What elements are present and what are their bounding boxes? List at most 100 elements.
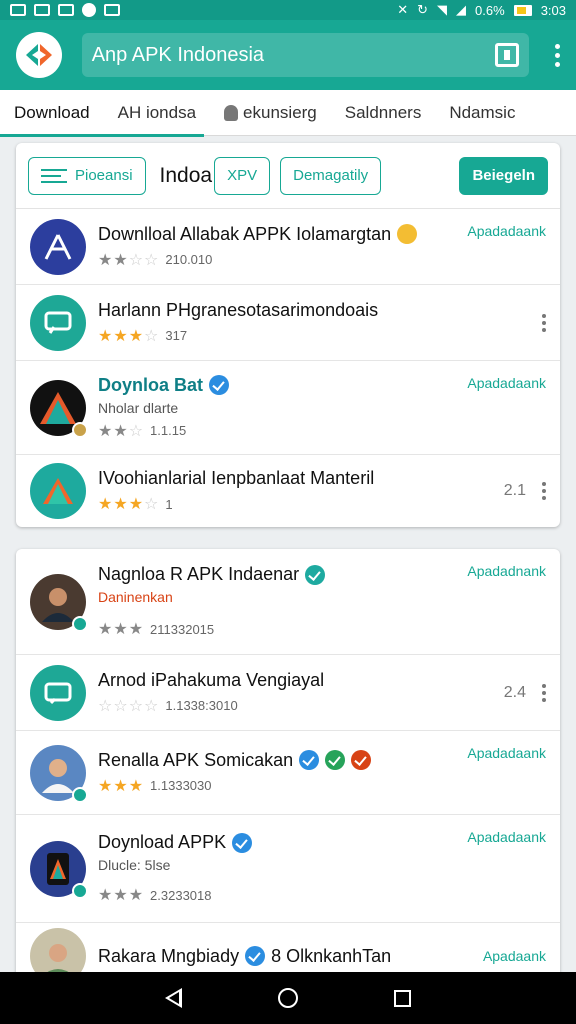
home-icon[interactable] bbox=[278, 988, 298, 1008]
rating-stars: ★★★ bbox=[98, 887, 145, 904]
rating-count: 1.1333030 bbox=[150, 778, 212, 793]
app-subtitle: Daninenkan bbox=[98, 589, 173, 605]
tab-label: ekunsierg bbox=[243, 102, 317, 122]
gallery-icon bbox=[10, 4, 26, 16]
filter-chip-demagatily[interactable]: Demagatily bbox=[280, 156, 382, 195]
system-nav-bar bbox=[0, 972, 576, 1024]
more-options-icon[interactable] bbox=[542, 683, 546, 702]
more-options-icon[interactable] bbox=[542, 313, 546, 332]
rating-stars: ★★★☆ bbox=[98, 496, 160, 513]
verified-icon bbox=[305, 564, 326, 585]
app-name-suffix: 8 OlknkanhTan bbox=[271, 945, 392, 966]
rating-stars: ★★☆ bbox=[98, 422, 145, 440]
app-list-card: Nagnloa R APK Indaenar Daninenkan ★★★ 211… bbox=[16, 549, 560, 989]
verified-icon bbox=[232, 832, 253, 853]
rating-stars: ★★★☆ bbox=[98, 327, 160, 345]
rating-count: 1.1338:3010 bbox=[165, 698, 238, 713]
app-name: Downlloal Allabak APPK Iolamargtan bbox=[98, 223, 392, 244]
download-link[interactable]: Apadadaank bbox=[467, 223, 546, 239]
image-icon bbox=[34, 4, 50, 16]
app-icon bbox=[30, 218, 86, 275]
phone-icon bbox=[30, 840, 88, 899]
verified-icon bbox=[299, 750, 320, 770]
list-item[interactable]: Downlloal Allabak APPK Iolamargtan ★★☆☆ 2… bbox=[16, 209, 560, 285]
verified-badge-icon bbox=[72, 615, 88, 632]
filter-chip-xpv[interactable]: XPV bbox=[214, 156, 271, 195]
sync-icon: ↻ bbox=[417, 2, 429, 17]
triangle-icon bbox=[30, 379, 88, 438]
list-item[interactable]: Renalla APK Somicakan ★★★ 1.1333030 Apada… bbox=[16, 731, 560, 815]
tab-ah-iondsa[interactable]: AH iondsa bbox=[104, 90, 210, 136]
mail-icon bbox=[104, 4, 120, 16]
chat-icon bbox=[30, 664, 86, 721]
app-name: IVoohianlarial Ienpbanlaat Manteril bbox=[98, 468, 375, 488]
tab-ndamsic[interactable]: Ndamsic bbox=[435, 90, 529, 136]
clock-time: 3:03 bbox=[540, 2, 566, 18]
filter-chip-pioeansi[interactable]: Pioeansi bbox=[28, 156, 146, 195]
filter-bar: Pioeansi Indoa XPV Demagatily Beiegeln bbox=[16, 143, 560, 209]
signal-icon: ◢ bbox=[456, 2, 467, 17]
list-item[interactable]: Harlann PHgranesotasarimondoais ★★★☆ 317 bbox=[16, 285, 560, 361]
battery-icon bbox=[513, 4, 532, 16]
app-name: Doynload APPK bbox=[98, 832, 227, 852]
list-item[interactable]: Doynload APPK Dlucle: 5lse ★★★ 2.3233018 … bbox=[16, 815, 560, 923]
fire-icon bbox=[351, 750, 372, 770]
share-icon bbox=[325, 750, 346, 770]
tab-ekunsierg[interactable]: ekunsierg bbox=[210, 90, 331, 136]
rating-count: 210.010 bbox=[165, 252, 213, 267]
version-number: 2.1 bbox=[503, 482, 526, 499]
arrows-logo-icon bbox=[25, 44, 52, 66]
list-item[interactable]: IVoohianlarial Ienpbanlaat Manteril ★★★☆… bbox=[16, 455, 560, 527]
rating-stars: ☆☆☆☆ bbox=[98, 697, 160, 715]
list-item[interactable]: Nagnloa R APK Indaenar Daninenkan ★★★ 211… bbox=[16, 549, 560, 655]
back-icon[interactable] bbox=[165, 988, 182, 1008]
list-item[interactable]: Doynloa Bat Nholar dlarte ★★☆ 1.1.15 Apad… bbox=[16, 361, 560, 455]
clock-icon bbox=[82, 3, 96, 17]
shield-icon bbox=[224, 104, 239, 121]
app-bar: Anp APK Indonesia bbox=[0, 20, 576, 90]
app-name: Doynloa Bat bbox=[98, 374, 204, 395]
download-link[interactable]: Apadadnank bbox=[467, 563, 546, 579]
recent-apps-icon[interactable] bbox=[394, 989, 411, 1007]
version-number: 2.4 bbox=[503, 683, 526, 701]
tab-download[interactable]: Download bbox=[0, 90, 203, 137]
download-link[interactable]: Apadadaank bbox=[467, 745, 546, 761]
filter-title: Indoa bbox=[159, 163, 213, 187]
search-box[interactable]: Anp APK Indonesia bbox=[81, 33, 529, 77]
wifi-icon: ◥ bbox=[437, 2, 448, 17]
folder-icon bbox=[58, 4, 74, 16]
app-name: Arnod iPahakuma Vengiayal bbox=[98, 669, 325, 690]
rating-stars: ★★☆☆ bbox=[98, 251, 160, 269]
rating-count: 1 bbox=[165, 496, 173, 512]
tab-bar: Download AH iondsa ekunsierg Saldnners N… bbox=[0, 90, 576, 137]
battery-text: 0.6% bbox=[475, 2, 505, 18]
tab-saldnners[interactable]: Saldnners bbox=[331, 90, 436, 136]
rating-stars: ★★★ bbox=[98, 777, 145, 795]
app-title: Anp APK Indonesia bbox=[91, 43, 265, 66]
bookmark-icon[interactable] bbox=[495, 43, 519, 67]
more-options-icon[interactable] bbox=[542, 482, 546, 500]
mute-icon: ✕ bbox=[397, 2, 409, 17]
list-item[interactable]: Arnod iPahakuma Vengiayal ☆☆☆☆ 1.1338:301… bbox=[16, 655, 560, 731]
app-name: Harlann PHgranesotasarimondoais bbox=[98, 299, 379, 320]
app-logo[interactable] bbox=[16, 32, 62, 78]
rating-count: 211332015 bbox=[150, 621, 215, 637]
verified-badge-icon bbox=[72, 786, 88, 803]
smile-emoji-icon bbox=[397, 224, 418, 244]
verified-badge-icon bbox=[72, 421, 88, 438]
status-bar: ✕ ↻ ◥ ◢ 0.6% 3:03 bbox=[0, 0, 576, 20]
download-link[interactable]: Apadaank bbox=[483, 948, 546, 964]
verified-badge-icon bbox=[72, 882, 88, 899]
app-name: Rakara Mngbiady bbox=[98, 945, 240, 966]
person-avatar bbox=[30, 744, 88, 803]
app-name: Nagnloa R APK Indaenar bbox=[98, 564, 300, 584]
download-link[interactable]: Apadadaank bbox=[467, 829, 546, 845]
rating-count: 317 bbox=[165, 328, 188, 343]
overflow-menu-icon[interactable] bbox=[555, 43, 560, 67]
app-name: Renalla APK Somicakan bbox=[98, 749, 294, 770]
download-link[interactable]: Apadadaank bbox=[467, 375, 546, 391]
primary-action-button[interactable]: Beiegeln bbox=[459, 156, 548, 195]
app-list-card: Pioeansi Indoa XPV Demagatily Beiegeln D… bbox=[16, 143, 560, 527]
rating-count: 2.3233018 bbox=[150, 887, 212, 903]
rating-stars: ★★★ bbox=[98, 621, 145, 638]
